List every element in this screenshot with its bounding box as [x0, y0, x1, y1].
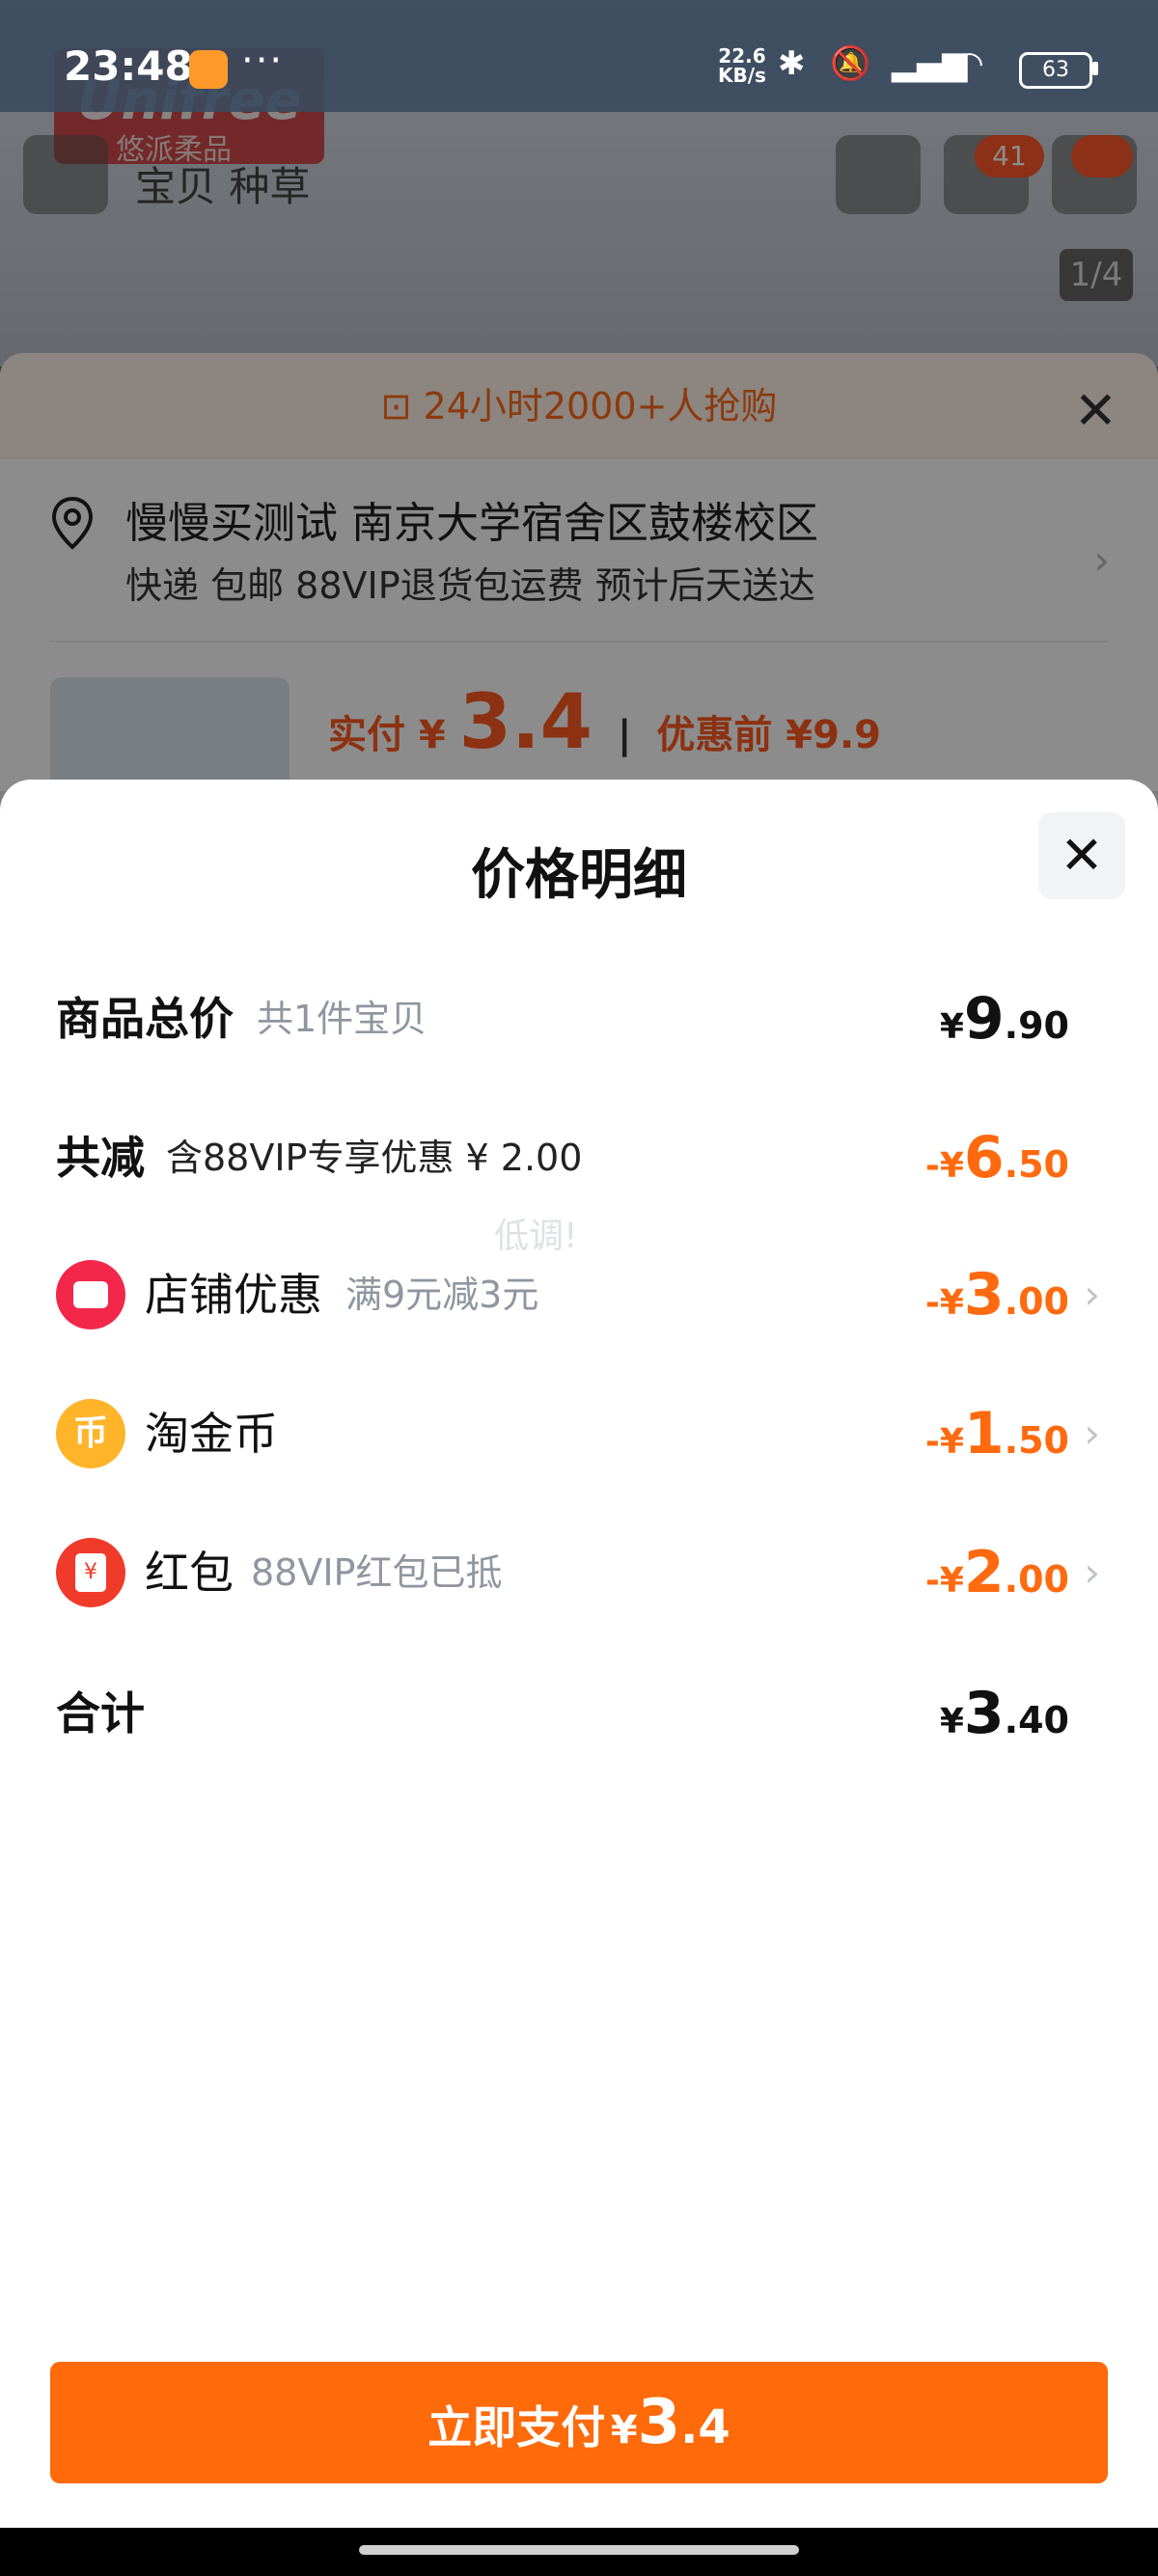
currency-symbol: -¥ — [924, 1283, 964, 1323]
row-amount: -¥6.50 — [925, 1111, 1069, 1219]
shop-icon — [56, 1260, 125, 1329]
chevron-right-icon: › — [1084, 1410, 1100, 1457]
more-notifications-icon: ··· — [241, 39, 285, 83]
chevron-right-icon: › — [1084, 1548, 1100, 1596]
row-amount: ¥9.90 — [940, 973, 1069, 1080]
row-red-packet[interactable]: ¥ 红包 88VIP红包已抵 -¥2.00 › — [56, 1526, 1158, 1619]
amount-integer: 3 — [963, 1680, 1005, 1747]
row-sub: 88VIP红包已抵 — [251, 1551, 503, 1594]
amount-decimal: .90 — [1004, 1004, 1069, 1047]
home-indicator[interactable] — [359, 2545, 799, 2555]
red-packet-icon: ¥ — [56, 1538, 125, 1607]
pay-currency-symbol: ¥ — [610, 2408, 638, 2453]
row-sub: 共1件宝贝 — [257, 998, 427, 1040]
amount-integer: 1 — [963, 1400, 1005, 1467]
amount-decimal: .00 — [1004, 1558, 1069, 1601]
network-speed: 22.6 KB/s — [718, 46, 766, 85]
row-sub: 含88VIP专享优惠 ¥ 2.00 — [166, 1137, 583, 1179]
amount-integer: 9 — [963, 985, 1005, 1053]
currency-symbol: ¥ — [939, 1007, 964, 1047]
row-sub: 满9元减3元 — [345, 1274, 539, 1316]
chevron-right-icon: › — [1084, 1271, 1100, 1318]
app-notification-icon — [189, 50, 228, 89]
close-icon[interactable]: ✕ — [1038, 812, 1125, 899]
product-page-background: Unifree 悠派柔品 宝贝 种草 41 1/4 ⊡ 24小时2000+人抢购… — [0, 0, 1158, 791]
pay-amount-integer: 3 — [637, 2387, 681, 2458]
amount-decimal: .40 — [1004, 1699, 1069, 1741]
row-shop-discount[interactable]: 店铺优惠 满9元减3元 -¥3.00 › — [56, 1248, 1158, 1341]
row-total-price: 商品总价 共1件宝贝 ¥9.90 — [56, 973, 1158, 1065]
amount-integer: 2 — [963, 1539, 1005, 1606]
currency-symbol: -¥ — [924, 1561, 964, 1601]
row-label: 合计 — [56, 1687, 145, 1740]
row-amount: -¥3.00 — [925, 1248, 1069, 1356]
pay-now-button[interactable]: 立即支付 ¥3.4 — [50, 2362, 1108, 2483]
clock: 23:48 — [64, 42, 193, 90]
row-amount: -¥1.50 — [925, 1387, 1069, 1494]
amount-decimal: .50 — [1004, 1143, 1069, 1186]
currency-symbol: ¥ — [939, 1702, 964, 1741]
row-label: 共减 — [56, 1132, 145, 1184]
amount-decimal: .00 — [1004, 1280, 1069, 1323]
system-nav-bar — [0, 2528, 1158, 2576]
row-grand-total: 合计 ¥3.40 — [56, 1667, 1158, 1760]
row-amount: ¥3.40 — [940, 1667, 1069, 1774]
row-total-discount: 共减 含88VIP专享优惠 ¥ 2.00 -¥6.50 — [56, 1111, 1158, 1204]
amount-decimal: .50 — [1004, 1419, 1069, 1462]
bluetooth-icon: ✱ — [778, 44, 806, 83]
row-label: 红包 — [145, 1547, 234, 1599]
price-detail-modal: 价格明细 ✕ 低调! 商品总价 共1件宝贝 ¥9.90 共减 含88VIP专享优… — [0, 780, 1158, 2576]
currency-symbol: -¥ — [924, 1422, 964, 1462]
amount-integer: 6 — [963, 1124, 1005, 1192]
modal-overlay[interactable] — [0, 0, 1158, 791]
row-label: 商品总价 — [56, 993, 234, 1045]
amount-integer: 3 — [963, 1261, 1005, 1329]
battery-icon: 63 — [1019, 52, 1092, 89]
battery-nub — [1092, 62, 1098, 75]
row-label: 店铺优惠 — [145, 1269, 322, 1321]
modal-title: 价格明细 — [471, 844, 687, 907]
row-label: 淘金币 — [145, 1408, 278, 1460]
network-speed-value: 22.6 — [718, 44, 766, 68]
status-bar: 23:48 ··· 22.6 KB/s ✱ 🔕 ▂▄▆ ◠ 63 — [0, 0, 1158, 112]
currency-symbol: -¥ — [924, 1146, 964, 1186]
coin-icon: 币 — [56, 1399, 125, 1468]
wifi-icon: ◠ — [955, 44, 984, 83]
network-speed-unit: KB/s — [718, 64, 766, 87]
pay-now-label: 立即支付 — [427, 2401, 606, 2453]
row-taojinbi[interactable]: 币 淘金币 -¥1.50 › — [56, 1387, 1158, 1480]
pay-amount-decimal: .4 — [680, 2400, 731, 2454]
mute-icon: 🔕 — [830, 44, 871, 83]
row-amount: -¥2.00 — [925, 1526, 1069, 1633]
